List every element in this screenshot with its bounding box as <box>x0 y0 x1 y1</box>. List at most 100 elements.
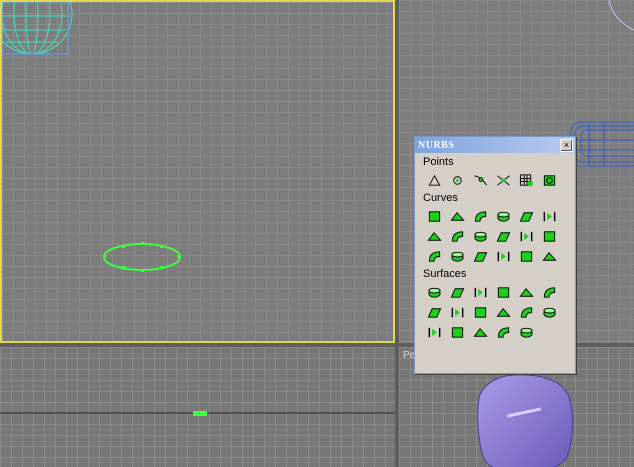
fit-curve-icon <box>474 211 487 222</box>
uv-loft-surface-icon <box>543 307 556 318</box>
offset-surface-icon <box>519 288 534 297</box>
surf-offset-curve-button[interactable] <box>517 248 536 265</box>
transform-curve-icon <box>497 211 510 222</box>
offset-surface-button[interactable] <box>517 284 536 301</box>
fillet-surface-icon <box>520 327 533 338</box>
surface-point-button[interactable] <box>517 172 536 189</box>
surf-offset-curve-icon <box>520 251 533 262</box>
points-tool-row <box>425 172 575 189</box>
viewport-top[interactable] <box>0 0 395 343</box>
wireframe-arc <box>608 0 634 31</box>
cap-surface-button[interactable] <box>494 304 513 321</box>
point-curve-icon <box>450 212 465 221</box>
v-iso-curve-button[interactable] <box>540 228 559 245</box>
viewport-front[interactable] <box>0 347 395 467</box>
offset-curve-button[interactable] <box>540 208 559 225</box>
2-rail-sweep-button[interactable] <box>448 324 467 341</box>
cv-curve-icon <box>428 211 441 222</box>
nurbs-titlebar[interactable]: NURBS × <box>415 137 575 153</box>
normal-proj-curve-button[interactable] <box>425 248 444 265</box>
create-point-icon <box>428 174 441 186</box>
toolbar-title: NURBS <box>418 139 455 151</box>
surfaces-tool-row <box>425 284 575 301</box>
point-curve-on-surf-icon <box>497 251 510 262</box>
curve-point-button[interactable] <box>471 172 490 189</box>
create-point-button[interactable] <box>425 172 444 189</box>
fillet-curve-button[interactable] <box>471 228 490 245</box>
point-on-curve-icon <box>453 176 462 185</box>
wireframe-sphere <box>2 2 73 55</box>
cv-curve-on-surf-button[interactable] <box>471 248 490 265</box>
surfaces-tool-row <box>425 324 575 341</box>
section-curves-label: Curves <box>423 192 458 204</box>
viewport-divider-vertical[interactable] <box>395 0 399 467</box>
mirror-curve-icon <box>427 232 442 241</box>
u-loft-surface-button[interactable] <box>517 304 536 321</box>
multisided-blend-button[interactable] <box>471 324 490 341</box>
cv-surface-button[interactable] <box>425 284 444 301</box>
cv-curve-button[interactable] <box>425 208 444 225</box>
ruled-surface-icon <box>474 307 487 318</box>
multicurve-trim-icon <box>497 327 510 338</box>
offset-curve-icon <box>543 211 556 222</box>
section-points-label: Points <box>423 156 454 168</box>
blend-curve-icon <box>519 212 534 222</box>
surf-edge-curve-button[interactable] <box>540 248 559 265</box>
selected-spline-edge <box>193 411 207 416</box>
shaded-object <box>477 374 573 467</box>
spline-vertices <box>103 242 180 272</box>
cv-point-button[interactable] <box>494 172 513 189</box>
u-iso-curve-button[interactable] <box>517 228 536 245</box>
point-curve-on-surf-button[interactable] <box>494 248 513 265</box>
fit-curve-button[interactable] <box>471 208 490 225</box>
surf-surf-intersect-button[interactable] <box>494 228 513 245</box>
u-iso-curve-icon <box>520 231 533 242</box>
vector-proj-curve-button[interactable] <box>448 248 467 265</box>
viewport-top-scene <box>2 2 181 272</box>
cv-curve-on-surf-icon <box>473 252 488 262</box>
chamfer-curve-icon <box>451 231 464 242</box>
surfaces-tool-row <box>425 304 575 321</box>
ruled-surface-button[interactable] <box>471 304 490 321</box>
point-surface-button[interactable] <box>448 284 467 301</box>
close-button[interactable]: × <box>560 138 573 152</box>
multicurve-trim-button[interactable] <box>494 324 513 341</box>
point-on-curve-button[interactable] <box>448 172 467 189</box>
cv-point-icon <box>497 175 510 186</box>
multisided-blend-icon <box>473 328 488 337</box>
blend-curve-button[interactable] <box>517 208 536 225</box>
1-rail-sweep-icon <box>428 327 441 338</box>
normal-proj-curve-icon <box>428 251 441 262</box>
v-iso-curve-icon <box>543 231 556 242</box>
surf-surf-intersect-icon <box>496 232 511 242</box>
vector-proj-curve-icon <box>451 251 464 262</box>
lathe-surface-icon <box>451 307 464 318</box>
mirror-curve-button[interactable] <box>425 228 444 245</box>
selected-spline <box>103 243 181 271</box>
mirror-surface-button[interactable] <box>540 284 559 301</box>
curves-tool-row <box>425 248 575 265</box>
point-surface-icon <box>450 288 465 298</box>
lathe-surface-button[interactable] <box>448 304 467 321</box>
nurbs-toolbar: NURBS × Points Curves Surfaces <box>414 136 576 374</box>
curves-tool-row <box>425 228 575 245</box>
u-loft-surface-icon <box>520 307 533 318</box>
extrude-surface-button[interactable] <box>425 304 444 321</box>
cap-surface-icon <box>496 308 511 317</box>
transform-surface-icon <box>474 287 487 298</box>
surface-point-icon <box>519 174 533 187</box>
transform-surface-button[interactable] <box>471 284 490 301</box>
1-rail-sweep-button[interactable] <box>425 324 444 341</box>
fillet-curve-icon <box>474 231 487 242</box>
curve-point-icon <box>474 175 487 186</box>
transform-curve-button[interactable] <box>494 208 513 225</box>
chamfer-curve-button[interactable] <box>448 228 467 245</box>
surf-cv-point-button[interactable] <box>540 172 559 189</box>
wireframe-box <box>570 121 634 167</box>
point-curve-button[interactable] <box>448 208 467 225</box>
blend-surface-button[interactable] <box>494 284 513 301</box>
cv-surface-icon <box>428 287 441 298</box>
fillet-surface-button[interactable] <box>517 324 536 341</box>
blend-surface-icon <box>497 287 510 298</box>
uv-loft-surface-button[interactable] <box>540 304 559 321</box>
